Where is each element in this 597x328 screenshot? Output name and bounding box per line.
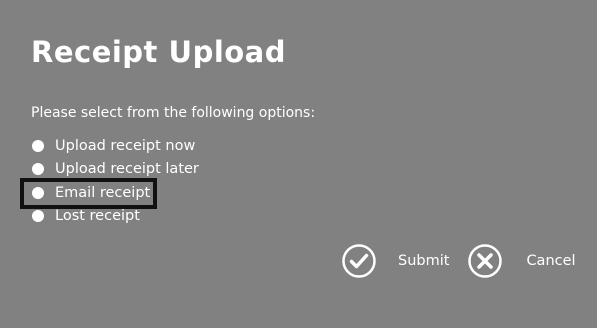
options-prompt: Please select from the following options… xyxy=(31,105,316,121)
dialog-actions: Submit Cancel xyxy=(342,244,576,278)
radio-button[interactable] xyxy=(32,210,44,223)
radio-button[interactable] xyxy=(32,163,44,176)
radio-button[interactable] xyxy=(32,186,44,199)
option-label: Upload receipt later xyxy=(55,161,199,178)
submit-button[interactable]: Submit xyxy=(342,244,449,278)
option-upload-receipt-now[interactable]: Upload receipt now xyxy=(30,134,199,158)
receipt-upload-dialog: Receipt Upload Please select from the fo… xyxy=(0,0,597,328)
option-label: Upload receipt now xyxy=(55,137,196,154)
checkmark-circle-icon[interactable] xyxy=(342,244,376,278)
cancel-button[interactable]: Cancel xyxy=(468,244,576,278)
receipt-options-list: Upload receipt now Upload receipt later … xyxy=(20,134,199,229)
option-lost-receipt[interactable]: Lost receipt xyxy=(30,205,199,229)
x-circle-icon[interactable] xyxy=(468,244,503,278)
option-email-receipt[interactable]: Email receipt xyxy=(20,178,199,209)
option-label: Email receipt xyxy=(55,184,151,201)
option-upload-receipt-later[interactable]: Upload receipt later xyxy=(30,158,199,182)
option-label: Lost receipt xyxy=(55,208,140,225)
dialog-title: Receipt Upload xyxy=(31,35,287,69)
radio-button[interactable] xyxy=(32,139,44,152)
submit-label: Submit xyxy=(398,253,450,269)
cancel-label: Cancel xyxy=(526,253,576,269)
